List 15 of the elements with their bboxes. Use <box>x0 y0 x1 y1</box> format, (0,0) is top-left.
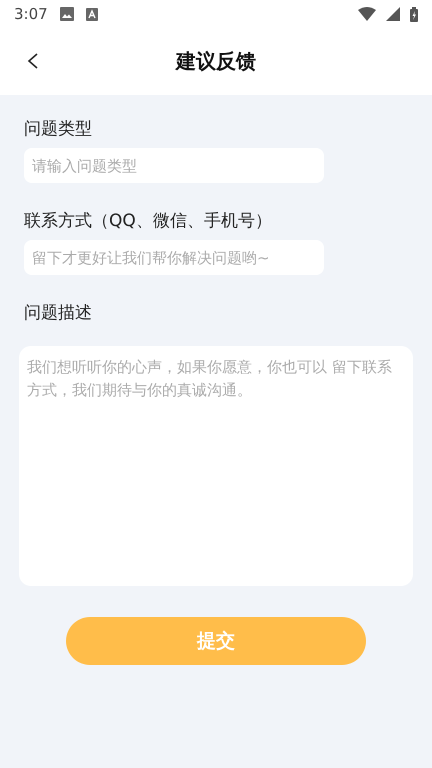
field-label: 问题类型 <box>24 118 93 140</box>
submit-button[interactable]: 提交 <box>66 617 366 665</box>
field-label: 联系方式（QQ、微信、手机号） <box>24 210 273 232</box>
back-icon[interactable] <box>26 52 40 70</box>
page-title: 建议反馈 <box>176 48 256 75</box>
image-icon <box>60 7 74 21</box>
signal-icon <box>386 7 400 21</box>
input-field[interactable]: 请输入问题类型 <box>24 148 324 183</box>
battery-icon <box>410 6 418 22</box>
textarea-field[interactable]: 我们想听听你的心声，如果你愿意，你也可以 留下联系方式，我们期待与你的真诚沟通。 <box>19 346 413 586</box>
input-field[interactable]: 留下才更好让我们帮你解决问题哟~ <box>24 240 324 275</box>
wifi-icon <box>358 7 376 21</box>
status-time: 3:07 <box>14 5 48 23</box>
field-label: 问题描述 <box>24 302 93 324</box>
font-icon <box>86 8 98 20</box>
